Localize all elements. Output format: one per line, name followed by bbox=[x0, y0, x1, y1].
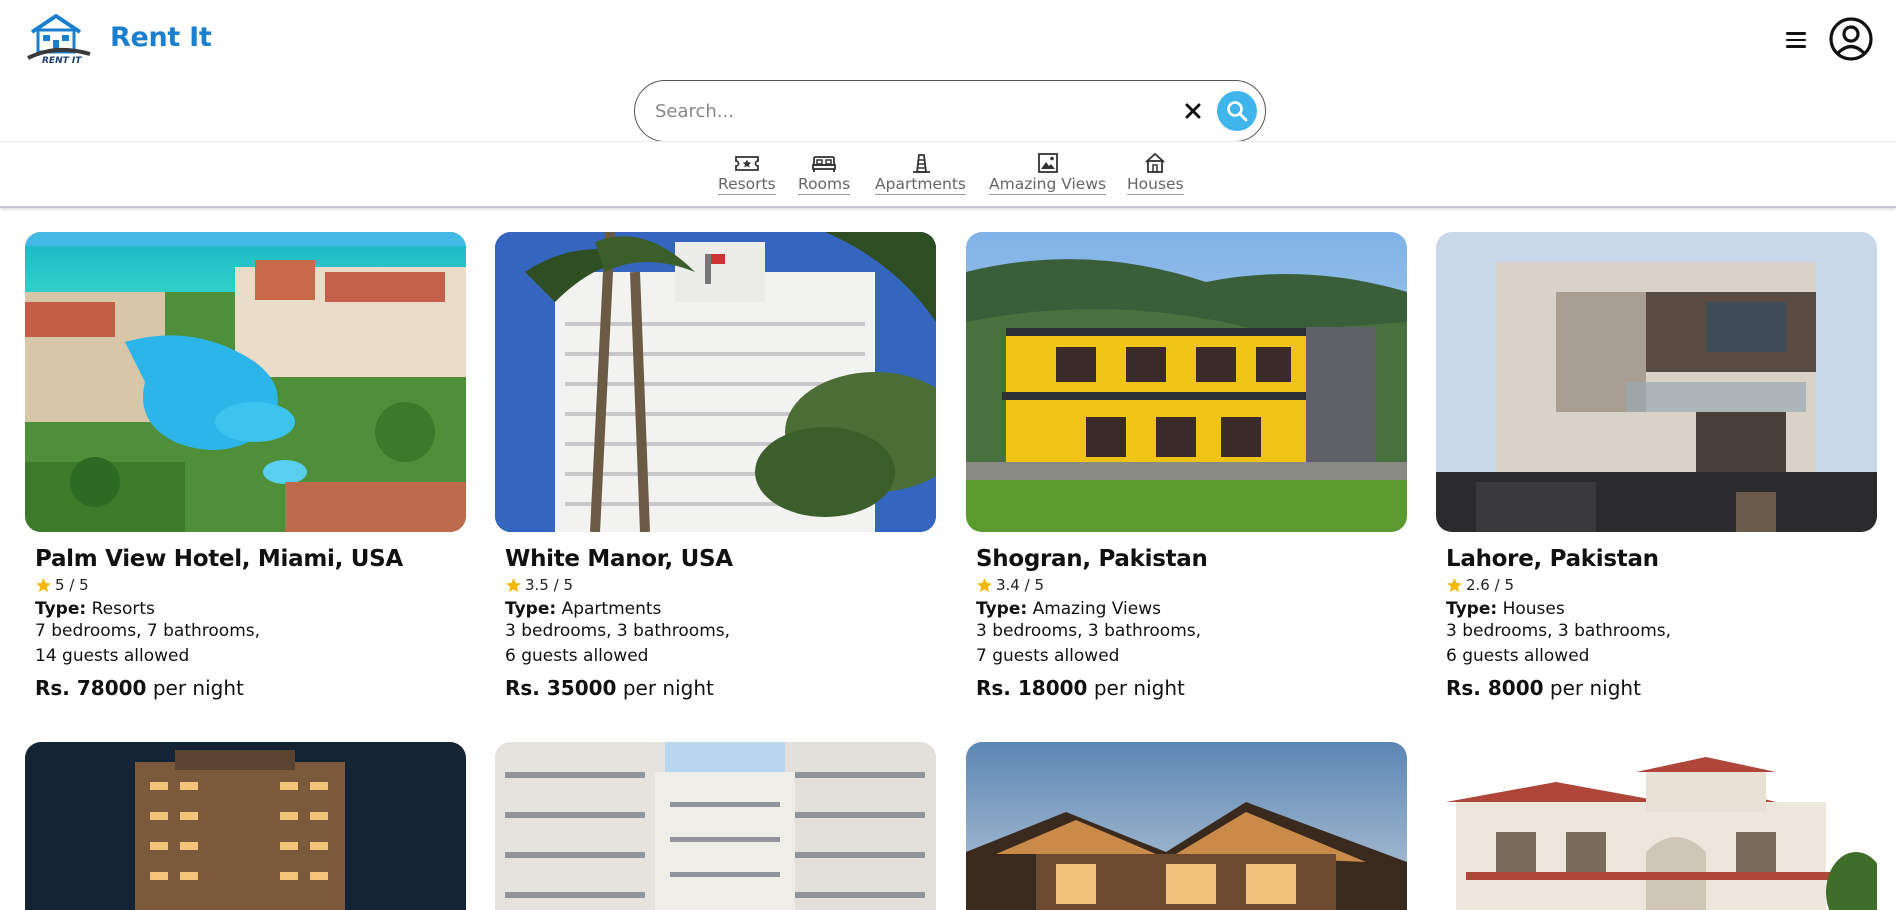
svg-text:RENT IT: RENT IT bbox=[42, 56, 82, 64]
listing-type: Type: Resorts bbox=[35, 599, 466, 619]
category-label: Amazing Views bbox=[989, 175, 1107, 195]
star-icon bbox=[1447, 577, 1462, 592]
listing-image[interactable] bbox=[495, 742, 936, 910]
rating-value: 3.5 / 5 bbox=[525, 576, 573, 594]
listing-price: Rs. 18000 per night bbox=[976, 676, 1407, 700]
listing-image[interactable] bbox=[495, 232, 936, 532]
rating-value: 3.4 / 5 bbox=[996, 576, 1044, 594]
listing-title: Palm View Hotel, Miami, USA bbox=[35, 546, 403, 572]
search-input[interactable] bbox=[655, 95, 1175, 127]
type-label: Type: bbox=[35, 599, 87, 619]
listing-title: White Manor, USA bbox=[505, 546, 733, 572]
listing-card[interactable]: Shogran, Pakistan 3.4 / 5 Type: Amazing … bbox=[966, 232, 1407, 700]
listing-rating: 3.4 / 5 bbox=[976, 576, 1407, 594]
listing-card[interactable] bbox=[495, 742, 936, 910]
listing-price: Rs. 78000 per night bbox=[35, 676, 466, 700]
listing-card[interactable] bbox=[1436, 742, 1877, 910]
category-rooms[interactable]: Rooms bbox=[798, 152, 851, 195]
listing-image[interactable] bbox=[1436, 742, 1877, 910]
type-value: Apartments bbox=[561, 599, 662, 619]
house-icon bbox=[1145, 152, 1165, 173]
star-icon bbox=[36, 577, 51, 592]
listing-rooms: 3 bedrooms, 3 bathrooms, bbox=[976, 621, 1202, 641]
listing-guests: 6 guests allowed bbox=[505, 646, 649, 666]
price-amount: Rs. 8000 bbox=[1446, 676, 1544, 700]
hamburger-line bbox=[1786, 38, 1806, 42]
search-bar bbox=[634, 80, 1266, 142]
ticket-icon bbox=[734, 156, 759, 171]
star-icon bbox=[506, 577, 521, 592]
hamburger-line bbox=[1786, 32, 1806, 35]
listing-type: Type: Apartments bbox=[505, 599, 936, 619]
listing-card[interactable]: Lahore, Pakistan 2.6 / 5 Type: Houses 3 … bbox=[1436, 232, 1877, 700]
listing-card[interactable]: White Manor, USA 3.5 / 5 Type: Apartment… bbox=[495, 232, 936, 700]
listing-guests: 6 guests allowed bbox=[1446, 646, 1590, 666]
price-amount: Rs. 78000 bbox=[35, 676, 147, 700]
brand-name: Rent It bbox=[110, 21, 212, 53]
listing-rooms: 3 bedrooms, 3 bathrooms, bbox=[505, 621, 731, 641]
listing-price: Rs. 8000 per night bbox=[1446, 676, 1877, 700]
clear-search-icon[interactable] bbox=[1180, 98, 1206, 124]
rating-value: 2.6 / 5 bbox=[1466, 576, 1514, 594]
logo[interactable]: RENT IT Rent It bbox=[26, 10, 212, 64]
search-button[interactable] bbox=[1217, 91, 1257, 131]
listing-guests: 14 guests allowed bbox=[35, 646, 190, 666]
type-value: Resorts bbox=[91, 599, 155, 619]
bed-icon bbox=[812, 156, 837, 172]
category-amazing-views[interactable]: Amazing Views bbox=[989, 152, 1107, 195]
category-resorts[interactable]: Resorts bbox=[718, 152, 776, 195]
mountain-frame-icon bbox=[1037, 153, 1058, 173]
price-amount: Rs. 18000 bbox=[976, 676, 1088, 700]
listing-rating: 5 / 5 bbox=[35, 576, 466, 594]
listing-image[interactable] bbox=[25, 742, 466, 910]
listing-image[interactable] bbox=[1436, 232, 1877, 532]
rating-value: 5 / 5 bbox=[55, 576, 89, 594]
price-suffix: per night bbox=[152, 676, 244, 700]
listing-card[interactable] bbox=[966, 742, 1407, 910]
listing-type: Type: Amazing Views bbox=[976, 599, 1407, 619]
listing-type: Type: Houses bbox=[1446, 599, 1877, 619]
listing-rating: 3.5 / 5 bbox=[505, 576, 936, 594]
listing-rooms: 7 bedrooms, 7 bathrooms, bbox=[35, 621, 261, 641]
type-label: Type: bbox=[1446, 599, 1498, 619]
account-icon[interactable] bbox=[1828, 16, 1874, 62]
type-label: Type: bbox=[976, 599, 1028, 619]
listing-image[interactable] bbox=[966, 742, 1407, 910]
category-bar: Resorts Rooms Apartments Amazing Views H… bbox=[0, 142, 1896, 208]
listing-rooms: 3 bedrooms, 3 bathrooms, bbox=[1446, 621, 1672, 641]
listing-rating: 2.6 / 5 bbox=[1446, 576, 1877, 594]
type-label: Type: bbox=[505, 599, 557, 619]
listing-card[interactable] bbox=[25, 742, 466, 910]
listing-guests: 7 guests allowed bbox=[976, 646, 1120, 666]
search-icon bbox=[1227, 101, 1248, 122]
listing-card[interactable]: Palm View Hotel, Miami, USA 5 / 5 Type: … bbox=[25, 232, 466, 700]
star-icon bbox=[977, 577, 992, 592]
category-label: Houses bbox=[1127, 175, 1184, 195]
price-suffix: per night bbox=[622, 676, 714, 700]
listing-image[interactable] bbox=[25, 232, 466, 532]
listing-price: Rs. 35000 per night bbox=[505, 676, 936, 700]
tower-icon bbox=[912, 154, 930, 173]
category-label: Apartments bbox=[875, 175, 967, 195]
price-suffix: per night bbox=[1093, 676, 1185, 700]
listing-title: Lahore, Pakistan bbox=[1446, 546, 1659, 572]
price-amount: Rs. 35000 bbox=[505, 676, 617, 700]
listing-image[interactable] bbox=[966, 232, 1407, 532]
type-value: Houses bbox=[1502, 599, 1565, 619]
type-value: Amazing Views bbox=[1032, 599, 1161, 619]
header: RENT IT Rent It bbox=[0, 0, 1896, 80]
menu-button[interactable] bbox=[1786, 28, 1812, 52]
category-label: Resorts bbox=[718, 175, 776, 195]
price-suffix: per night bbox=[1549, 676, 1641, 700]
category-houses[interactable]: Houses bbox=[1127, 152, 1184, 195]
listing-title: Shogran, Pakistan bbox=[976, 546, 1208, 572]
category-label: Rooms bbox=[798, 175, 851, 195]
hamburger-line bbox=[1786, 45, 1806, 48]
category-apartments[interactable]: Apartments bbox=[875, 152, 967, 195]
house-logo-icon: RENT IT bbox=[27, 14, 91, 64]
